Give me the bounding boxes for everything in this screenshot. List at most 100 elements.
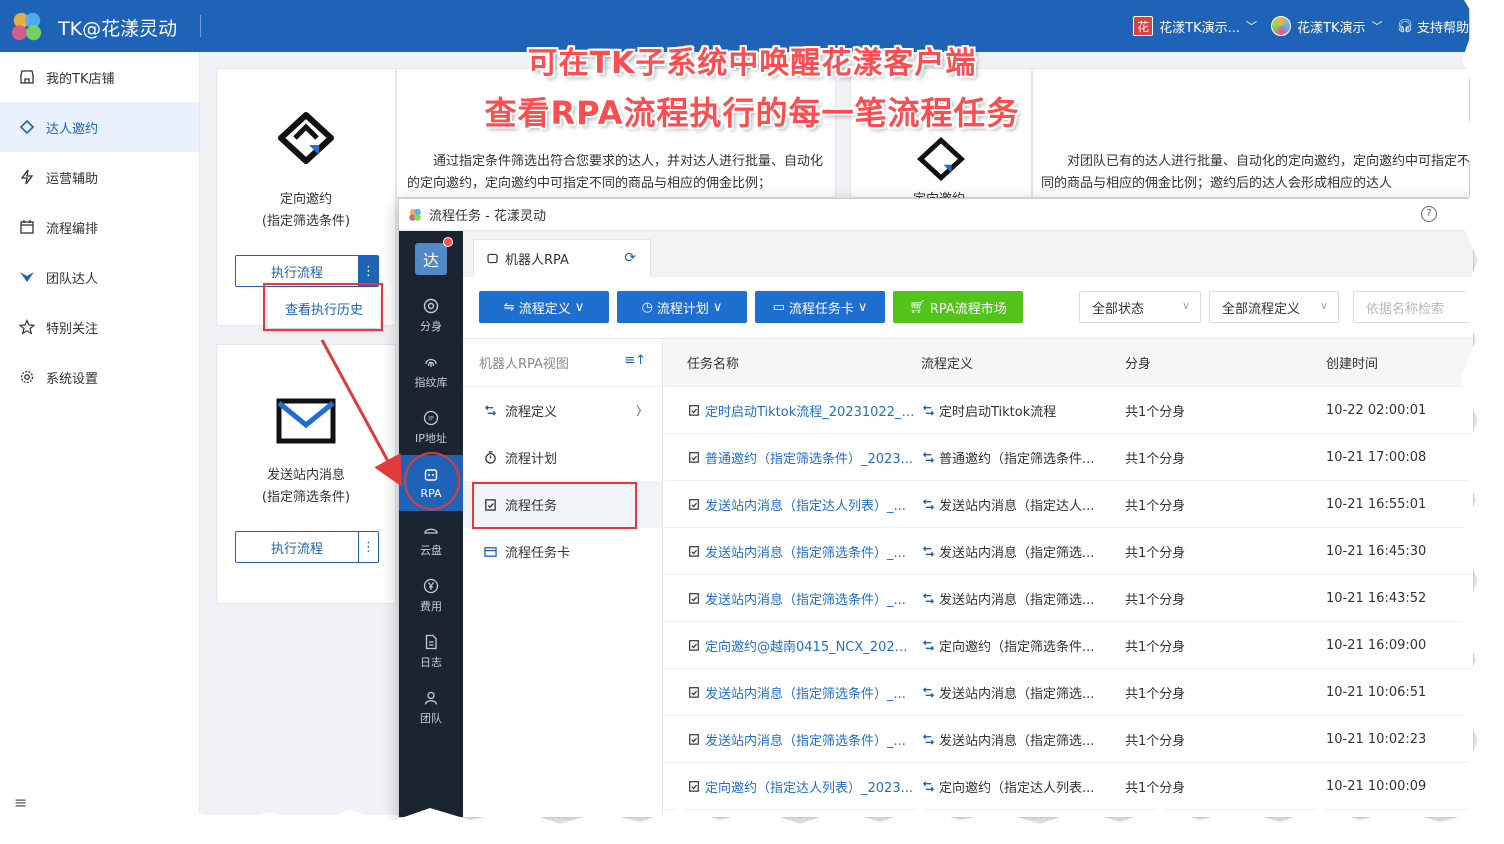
rpa-market-button[interactable]: 🛒︎ RPA流程市场 [893, 291, 1023, 323]
client-nav-rail: 达 分身 指纹库 IP IP地址 RPA 云盘 费用 日志 团队 [399, 231, 463, 817]
sidebar-item-team[interactable]: 团队达人 [0, 252, 199, 302]
rail-item-fingerprint[interactable]: 指纹库 [399, 343, 463, 399]
sidebar-item-flow[interactable]: 流程编排 [0, 202, 199, 252]
task-name-cell[interactable]: 发送站内消息（指定筛选条件）_... [663, 542, 915, 561]
clipboard-icon [687, 779, 701, 793]
status-filter-select[interactable]: 全部状态 ∨ [1079, 291, 1201, 323]
refresh-icon[interactable]: ⟳ [624, 250, 636, 266]
created-time-cell: 10-21 16:43:52 [1326, 590, 1427, 606]
task-name-link[interactable]: 发送站内消息（指定达人列表）_... [705, 495, 906, 514]
sidebar-item-favorites[interactable]: 特别关注 [0, 302, 199, 352]
table-body: 定时启动Tiktok流程_20231022_ui... 定时启动Tiktok流程共… [663, 387, 1473, 810]
support-link[interactable]: 🎧︎ 支持帮助 [1396, 17, 1469, 36]
flow-definition-text: 发送站内消息（指定筛选... [939, 733, 1095, 749]
pane-item-flow-plan[interactable]: 流程计划 [463, 434, 662, 481]
task-name-cell[interactable]: 定时启动Tiktok流程_20231022_ui... [663, 401, 915, 420]
more-options-button[interactable]: ⋮ [358, 532, 378, 562]
clipboard-icon [687, 685, 701, 699]
search-input[interactable]: 依据名称检索 [1353, 291, 1473, 323]
user-menu[interactable]: 花漾TK演示 ﹀ [1271, 16, 1382, 36]
task-name-cell[interactable]: 定向邀约（指定达人列表）_2023... [663, 777, 915, 796]
pane-item-task-card[interactable]: 流程任务卡 [463, 528, 662, 575]
definition-filter-select[interactable]: 全部流程定义 ∨ [1209, 291, 1339, 323]
sidebar-item-settings[interactable]: 系统设置 [0, 352, 199, 402]
flow-definition-button[interactable]: ⇋ 流程定义 ∨ [479, 291, 609, 323]
table-row[interactable]: 定向邀约@越南0415_NCX_20231... 定向邀约（指定筛选条件... 共1… [663, 622, 1473, 669]
table-row[interactable]: 定向邀约（指定达人列表）_2023... 定向邀约（指定达人列表... 共1个分身 1… [663, 763, 1473, 810]
clipboard-icon [687, 591, 701, 605]
sidebar-item-ops[interactable]: 运营辅助 [0, 152, 199, 202]
table-row[interactable]: 定时启动Tiktok流程_20231022_ui... 定时启动Tiktok流程 共… [663, 387, 1473, 434]
column-header[interactable]: 流程定义 [915, 353, 1117, 372]
pane-item-flow-definition[interactable]: 流程定义 〉 [463, 387, 662, 434]
table-row[interactable]: 发送站内消息（指定筛选条件）_... 发送站内消息（指定筛选... 共1个分身 10-… [663, 716, 1473, 763]
team-icon [422, 689, 440, 707]
timer-icon [483, 451, 497, 465]
task-name-link[interactable]: 发送站内消息（指定筛选条件）_... [705, 730, 906, 749]
task-name-cell[interactable]: 定向邀约@越南0415_NCX_20231... [663, 636, 915, 655]
rail-item-team[interactable]: 团队 [399, 679, 463, 735]
robot-icon [486, 252, 499, 265]
shop-switcher[interactable]: 花 花漾TK演示... ﹀ [1133, 16, 1257, 36]
rail-item-ip[interactable]: IP IP地址 [399, 399, 463, 455]
chevron-down-icon: ∨ [1319, 299, 1328, 312]
task-name-link[interactable]: 发送站内消息（指定筛选条件）_... [705, 542, 906, 561]
table-row[interactable]: 发送站内消息（指定筛选条件）_... 发送站内消息（指定筛选... 共1个分身 10-… [663, 669, 1473, 716]
support-label: 支持帮助 [1416, 20, 1469, 36]
rail-item-profiles[interactable]: 分身 [399, 287, 463, 343]
chevron-down-icon: ∨ [712, 299, 723, 315]
table-row[interactable]: 普通邀约（指定筛选条件）_2023... 普通邀约（指定筛选条件... 共1个分身 1… [663, 434, 1473, 481]
rail-item-billing[interactable]: 费用 [399, 567, 463, 623]
table-row[interactable]: 发送站内消息（指定筛选条件）_... 发送站内消息（指定筛选... 共1个分身 10-… [663, 528, 1473, 575]
flow-definition-text: 发送站内消息（指定达人... [939, 498, 1095, 514]
flow-icon [921, 450, 935, 464]
team-avatar[interactable]: 达 [415, 243, 447, 275]
column-header[interactable]: 任务名称 [663, 353, 915, 372]
fingerprint-icon [422, 353, 440, 371]
menu-collapse-icon[interactable]: ≡ [14, 793, 27, 812]
more-options-button[interactable]: ⋮ [358, 256, 378, 286]
run-flow-button[interactable]: 执行流程 [236, 256, 358, 286]
calendar-icon [18, 218, 36, 236]
headline-line-2: 查看RPA流程执行的每一笔流程任务 [484, 94, 1020, 132]
pane-item-label: 流程任务卡 [505, 546, 571, 561]
task-name-link[interactable]: 发送站内消息（指定筛选条件）_... [705, 683, 906, 702]
rail-item-logs[interactable]: 日志 [399, 623, 463, 679]
task-name-link[interactable]: 发送站内消息（指定筛选条件）_... [705, 589, 906, 608]
column-header[interactable]: 创建时间 [1318, 353, 1458, 372]
task-name-cell[interactable]: 发送站内消息（指定筛选条件）_... [663, 589, 915, 608]
task-card-button[interactable]: ▭ 流程任务卡 ∨ [755, 291, 885, 323]
flow-icon [483, 404, 497, 418]
column-header[interactable]: 分身 [1117, 353, 1318, 372]
task-name-cell[interactable]: 发送站内消息（指定筛选条件）_... [663, 730, 915, 749]
created-time-cell: 10-21 10:06:51 [1326, 684, 1427, 700]
task-name-link[interactable]: 定向邀约（指定达人列表）_2023... [705, 777, 913, 796]
task-name-link[interactable]: 普通邀约（指定筛选条件）_2023... [705, 448, 913, 467]
rail-item-label: 日志 [420, 655, 442, 669]
task-name-link[interactable]: 定向邀约@越南0415_NCX_20231... [705, 636, 915, 655]
rpa-view-pane: 机器人RPA视图 ≡↑ 流程定义 〉 流程计划 流程任务 流程任务卡 [463, 339, 663, 817]
task-name-link[interactable]: 定时启动Tiktok流程_20231022_ui... [705, 401, 915, 420]
task-name-cell[interactable]: 普通邀约（指定筛选条件）_2023... [663, 448, 915, 467]
help-icon[interactable]: ? [1421, 206, 1437, 222]
rail-item-cloud[interactable]: 云盘 [399, 511, 463, 567]
sort-icon[interactable]: ≡↑ [624, 353, 646, 368]
window-title: 流程任务 - 花漾灵动 [429, 209, 546, 224]
header-right: 花 花漾TK演示... ﹀ 花漾TK演示 ﹀ 🎧︎ 支持帮助 [1133, 16, 1469, 36]
profile-count-cell: 共1个分身 [1125, 592, 1186, 608]
flow-plan-button[interactable]: ◷ 流程计划 ∨ [617, 291, 747, 323]
task-name-cell[interactable]: 发送站内消息（指定筛选条件）_... [663, 683, 915, 702]
pane-title: 机器人RPA视图 [479, 357, 569, 372]
tab-robot-rpa[interactable]: 机器人RPA ⟳ [473, 239, 651, 277]
task-name-cell[interactable]: 发送站内消息（指定达人列表）_... [663, 495, 915, 514]
flow-definition-cell: 定时启动Tiktok流程 [915, 401, 1117, 420]
select-value: 全部流程定义 [1222, 301, 1301, 317]
run-flow-button[interactable]: 执行流程 [236, 532, 358, 562]
annotation-circle-rpa [404, 452, 460, 510]
table-row[interactable]: 发送站内消息（指定达人列表）_... 发送站内消息（指定达人... 共1个分身 10-… [663, 481, 1473, 528]
pane-item-label: 流程计划 [505, 452, 558, 467]
shop-badge: 花 [1133, 16, 1154, 36]
card-icon [483, 545, 497, 559]
headset-icon: 🎧︎ [1396, 18, 1413, 34]
table-row[interactable]: 发送站内消息（指定筛选条件）_... 发送站内消息（指定筛选... 共1个分身 10-… [663, 575, 1473, 622]
